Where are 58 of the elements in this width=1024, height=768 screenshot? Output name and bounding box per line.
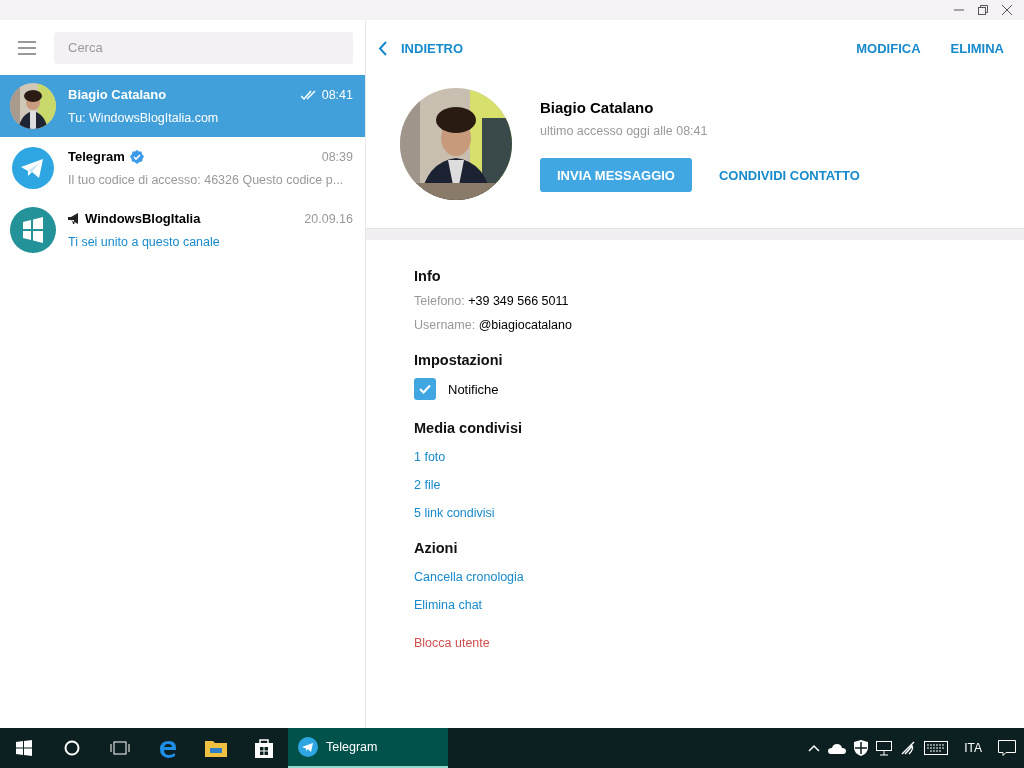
chevron-up-icon[interactable] — [808, 744, 821, 752]
pen-icon[interactable] — [900, 740, 917, 756]
cloud-icon[interactable] — [828, 742, 847, 754]
taskbar-app-label: Telegram — [326, 740, 378, 754]
chat-preview: Tu: WindowsBlogItalia.com — [68, 111, 220, 125]
action-link[interactable]: 1 foto — [414, 450, 446, 464]
store-bag-icon[interactable] — [254, 738, 274, 758]
action-link[interactable]: Elimina chat — [414, 598, 483, 612]
paper-plane-icon — [10, 145, 56, 191]
chat-time: 20.09.16 — [304, 211, 353, 226]
browser-icon[interactable] — [158, 738, 178, 758]
block-user-link[interactable]: Blocca utente — [414, 636, 490, 650]
network-icon[interactable] — [876, 740, 893, 756]
task-view-icon[interactable] — [110, 741, 130, 755]
paper-plane-icon — [298, 737, 318, 757]
section-title: Info — [414, 268, 442, 284]
taskbar-app-button[interactable]: Telegram — [288, 728, 448, 768]
header-action-button[interactable]: ELIMINA — [950, 40, 1004, 56]
chat-name: Biagio Catalano — [68, 87, 167, 102]
window-logo-icon — [10, 207, 56, 253]
chat-preview: Ti sei unito a questo canale — [68, 235, 221, 249]
chat-list-item[interactable]: Biagio Catalano 08:41 Tu: WindowsBlogItalia.com — [0, 75, 365, 137]
chat-name: Telegram — [68, 149, 125, 164]
action-link[interactable]: Cancella cronologia — [414, 570, 524, 584]
language-indicator[interactable]: ITA — [956, 741, 990, 755]
notification-icon[interactable] — [998, 740, 1016, 756]
section-title: Impostazioni — [414, 352, 504, 368]
chat-time: 08:41 — [321, 87, 353, 102]
section-title: Media condivisi — [414, 420, 523, 436]
action-link[interactable]: 2 file — [414, 478, 441, 492]
menu-icon[interactable] — [18, 40, 36, 55]
checkbox-label: Notifiche — [448, 381, 499, 397]
back-button[interactable]: INDIETRO — [378, 40, 464, 56]
info-row-text: Username: @biagiocatalano — [414, 318, 573, 332]
header-action-button[interactable]: MODIFICA — [856, 40, 921, 56]
restore-icon[interactable] — [978, 5, 988, 15]
keyboard-icon[interactable] — [924, 741, 949, 755]
share-contact-button[interactable]: CONDIVIDI CONTATTO — [719, 167, 860, 183]
back-label: INDIETRO — [401, 40, 464, 56]
search-field[interactable]: Cerca — [54, 31, 353, 64]
info-row-text: Telefono: +39 349 566 5011 — [414, 294, 570, 308]
chat-time: 08:39 — [321, 149, 353, 164]
profile-name: Biagio Catalano — [540, 99, 655, 116]
checkmark-icon — [419, 384, 431, 394]
chat-name: WindowsBlogItalia — [85, 211, 201, 226]
windows-start-icon[interactable] — [16, 740, 32, 756]
folder-icon[interactable] — [205, 739, 227, 757]
search-circle-icon[interactable] — [64, 740, 80, 756]
checkbox[interactable] — [414, 378, 436, 400]
last-seen-status: ultimo accesso oggi alle 08:41 — [540, 124, 709, 138]
shield-icon[interactable] — [854, 740, 869, 756]
close-icon[interactable] — [1002, 5, 1012, 15]
send-message-button[interactable]: INVIA MESSAGGIO — [540, 158, 692, 192]
chevron-left-icon — [378, 40, 387, 56]
megaphone-icon — [68, 213, 80, 224]
action-link[interactable]: 5 link condivisi — [414, 506, 495, 520]
section-title: Azioni — [414, 540, 459, 556]
chat-preview: Il tuo codice di accesso: 46326 Questo codice p... — [68, 173, 345, 187]
